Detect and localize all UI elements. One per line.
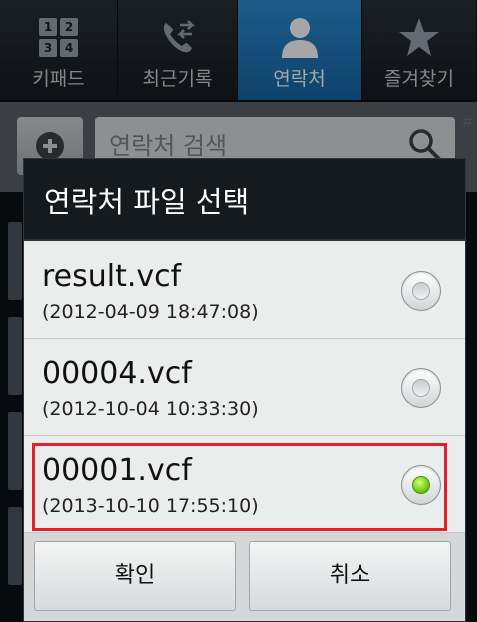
file-date: (2012-10-04 10:33:30) — [42, 398, 259, 420]
cancel-button[interactable]: 취소 — [249, 541, 451, 611]
ok-button[interactable]: 확인 — [34, 541, 236, 611]
selection-highlight-box — [32, 443, 447, 531]
radio-button[interactable] — [401, 368, 441, 408]
file-name: 00004.vcf — [42, 356, 192, 391]
dialog-title: 연락처 파일 선택 — [24, 159, 465, 241]
file-date: (2012-04-09 18:47:08) — [42, 301, 259, 323]
file-list-item[interactable]: 00004.vcf (2012-10-04 10:33:30) — [24, 340, 465, 436]
file-name: result.vcf — [42, 259, 182, 294]
dialog-button-bar: 확인 취소 — [24, 533, 465, 621]
file-list-item[interactable]: result.vcf (2012-04-09 18:47:08) — [24, 243, 465, 339]
radio-button[interactable] — [401, 271, 441, 311]
file-select-dialog: 연락처 파일 선택 result.vcf (2012-04-09 18:47:0… — [23, 158, 466, 622]
